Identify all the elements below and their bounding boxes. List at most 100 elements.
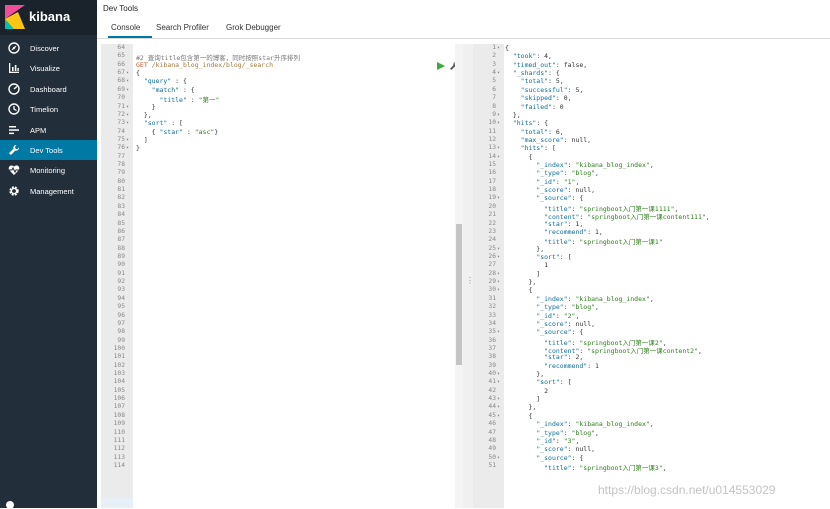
sidebar-item-label: Timelion <box>30 105 59 115</box>
fold-toggle-icon[interactable]: ▾ <box>497 455 500 461</box>
line-number: 16 <box>488 169 496 177</box>
line-number: 25 <box>488 244 496 252</box>
line-number: 24 <box>488 236 496 244</box>
header: Dev Tools Console Search Profiler Grok D… <box>97 0 830 39</box>
line-number: 21 <box>488 211 496 219</box>
sidebar-item-dev-tools[interactable]: Dev Tools <box>0 140 97 160</box>
fold-toggle-icon[interactable]: ▾ <box>497 371 500 377</box>
fold-toggle-icon[interactable]: ▾ <box>497 45 500 51</box>
line-number: 99 <box>117 336 125 344</box>
line-number: 106 <box>113 395 125 403</box>
sidebar-item-management[interactable]: Management <box>0 181 97 201</box>
request-code-line[interactable]: GET /kibana_blog_index/blog/_search <box>136 61 273 69</box>
sidebar-item-timelion[interactable]: Timelion <box>0 99 97 119</box>
watermark: https://blog.csdn.net/u014553029 <box>598 483 776 497</box>
line-number: 41 <box>488 378 496 386</box>
sidebar-item-visualize[interactable]: Visualize <box>0 58 97 78</box>
request-code-line[interactable]: { <box>136 69 140 77</box>
fold-toggle-icon[interactable]: ▾ <box>497 70 500 76</box>
line-number: 4 <box>492 69 496 77</box>
request-editor[interactable] <box>133 44 455 508</box>
request-code-line[interactable]: } <box>136 103 156 111</box>
sidebar: kibana Discover Visualize Dashboard Timelio… <box>0 0 97 509</box>
fold-toggle-icon[interactable]: ▾ <box>497 254 500 260</box>
fold-toggle-icon[interactable]: ▾ <box>497 404 500 410</box>
line-number: 94 <box>117 294 125 302</box>
page-title: Dev Tools <box>103 4 138 13</box>
line-number: 50 <box>488 453 496 461</box>
response-code-line: }, <box>505 110 521 119</box>
request-code-line[interactable]: { "star" : "asc"} <box>136 128 219 136</box>
fold-toggle-icon[interactable]: ▾ <box>497 145 500 151</box>
line-number: 112 <box>113 445 125 453</box>
fold-toggle-icon[interactable]: ▾ <box>497 120 500 126</box>
bar-chart-icon <box>9 63 19 74</box>
response-code-line: "recommend": 1 <box>544 361 599 370</box>
response-code-line: "_source": { <box>536 328 584 337</box>
request-code-line[interactable]: } <box>136 144 140 152</box>
line-number: 18 <box>488 186 496 194</box>
line-number: 35 <box>488 328 496 336</box>
fold-toggle-icon[interactable]: ▾ <box>497 271 500 277</box>
sidebar-item-discover[interactable]: Discover <box>0 38 97 58</box>
response-code-line: "_id": "2", <box>536 311 580 320</box>
line-number: 79 <box>117 169 125 177</box>
line-number: 31 <box>488 294 496 302</box>
sidebar-item-dashboard[interactable]: Dashboard <box>0 79 97 99</box>
line-number: 45 <box>488 411 496 419</box>
line-number: 87 <box>117 236 125 244</box>
sidebar-item-label: Visualize <box>30 64 60 74</box>
line-number: 19 <box>488 194 496 202</box>
line-number: 20 <box>488 202 496 210</box>
fold-toggle-icon[interactable]: ▾ <box>126 70 129 76</box>
fold-toggle-icon[interactable]: ▾ <box>497 287 500 293</box>
tab-grok-debugger[interactable]: Grok Debugger <box>226 23 281 32</box>
sidebar-item-label: APM <box>30 125 47 135</box>
fold-toggle-icon[interactable]: ▾ <box>126 87 129 93</box>
fold-toggle-icon[interactable]: ▾ <box>497 396 500 402</box>
fold-toggle-icon[interactable]: ▾ <box>126 145 129 151</box>
line-number: 78 <box>117 161 125 169</box>
fold-toggle-icon[interactable]: ▾ <box>497 379 500 385</box>
fold-toggle-icon[interactable]: ▾ <box>497 195 500 201</box>
fold-toggle-icon[interactable]: ▾ <box>126 137 129 143</box>
response-code-line: "star": 1, <box>544 219 584 228</box>
brand[interactable]: kibana <box>0 0 97 35</box>
fold-toggle-icon[interactable]: ▾ <box>126 112 129 118</box>
line-number: 49 <box>488 445 496 453</box>
fold-toggle-icon[interactable]: ▾ <box>497 413 500 419</box>
line-number: 81 <box>117 186 125 194</box>
request-code-line[interactable]: "query" : { <box>136 77 187 85</box>
line-number: 34 <box>488 319 496 327</box>
tab-console[interactable]: Console <box>111 23 140 32</box>
fold-toggle-icon[interactable]: ▾ <box>126 104 129 110</box>
fold-toggle-icon[interactable]: ▾ <box>126 78 129 84</box>
compass-icon <box>8 42 20 54</box>
request-scrollbar-thumb[interactable] <box>456 224 462 365</box>
request-code-line[interactable]: }, <box>136 111 152 119</box>
play-icon[interactable] <box>437 62 445 70</box>
line-number: 76 <box>117 144 125 152</box>
fold-toggle-icon[interactable]: ▾ <box>497 329 500 335</box>
line-number: 95 <box>117 303 125 311</box>
sidebar-item-apm[interactable]: APM <box>0 120 97 140</box>
line-number: 14 <box>488 152 496 160</box>
request-code-line[interactable]: "match" : { <box>136 86 195 94</box>
fold-toggle-icon[interactable]: ▾ <box>497 112 500 118</box>
fold-toggle-icon[interactable]: ▾ <box>497 279 500 285</box>
line-number: 111 <box>113 436 125 444</box>
fold-toggle-icon[interactable]: ▾ <box>497 154 500 160</box>
tab-search-profiler[interactable]: Search Profiler <box>156 23 209 32</box>
line-number: 6 <box>492 85 496 93</box>
line-number: 22 <box>488 219 496 227</box>
brand-name: kibana <box>29 9 71 24</box>
request-code-line[interactable]: "sort" : [ <box>136 119 183 127</box>
fold-toggle-icon[interactable]: ▾ <box>126 120 129 126</box>
response-code-line: { <box>505 152 533 161</box>
line-number: 27 <box>488 261 496 269</box>
request-code-line[interactable]: ] <box>136 136 148 144</box>
line-number: 91 <box>117 269 125 277</box>
response-code-line: }, <box>505 244 545 253</box>
fold-toggle-icon[interactable]: ▾ <box>497 246 500 252</box>
sidebar-item-monitoring[interactable]: Monitoring <box>0 160 97 180</box>
